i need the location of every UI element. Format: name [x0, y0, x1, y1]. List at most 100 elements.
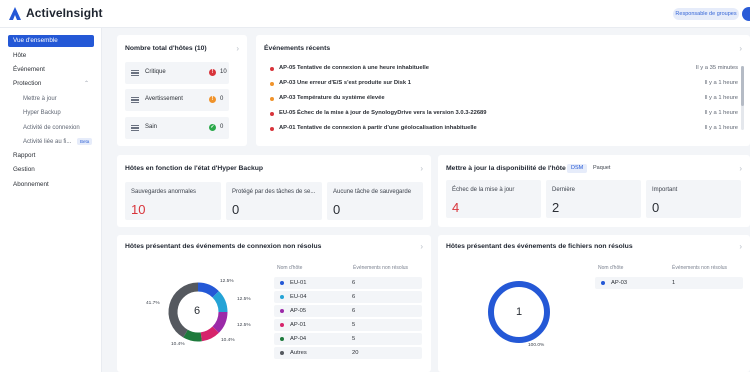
table-row[interactable]: Autres 20	[274, 347, 422, 359]
host-status-warning[interactable]: Avertissement ! 0	[125, 89, 229, 111]
update-important-box[interactable]: Important 0	[646, 180, 741, 218]
toggle-dsm[interactable]: DSM	[567, 164, 588, 173]
event-count: 5	[352, 336, 356, 342]
sidebar-item-host[interactable]: Hôte	[8, 50, 94, 62]
update-failed-box[interactable]: Échec de la mise à jour 4	[446, 180, 541, 218]
app-logo[interactable]: ActiveInsight	[9, 6, 103, 20]
events-scrollbar[interactable]	[741, 66, 744, 130]
recent-events-card: Événements récents › AP-05 Tentative de …	[256, 35, 750, 146]
event-severity-dot	[270, 67, 274, 71]
sidebar-item-file-activity[interactable]: Activité liée au fi... Beta	[8, 136, 94, 148]
donut-slice-ap-04[interactable]	[183, 329, 202, 342]
donut-slice-ap-05[interactable]	[212, 311, 228, 333]
event-text: AP-03 Température du système élevée	[279, 95, 385, 101]
event-row[interactable]: AP-01 Tentative de connexion à partir d'…	[266, 124, 738, 134]
host-name: AP-03	[611, 280, 628, 286]
donut-total: 6	[194, 305, 201, 317]
table-row[interactable]: AP-01 5	[274, 319, 422, 331]
chevron-right-icon[interactable]: ›	[236, 44, 239, 53]
role-badge[interactable]: Responsable de groupes	[673, 8, 739, 20]
status-label: Critique	[145, 69, 166, 75]
legend-dot	[601, 281, 605, 285]
sidebar-item-label: Protection	[13, 80, 42, 87]
event-text: EU-05 Échec de la mise à jour de Synolog…	[279, 110, 487, 116]
chevron-up-icon: ⌃	[83, 81, 89, 87]
event-text: AP-05 Tentative de connexion à une heure…	[279, 65, 429, 71]
box-value: 4	[452, 200, 460, 215]
host-status-critical[interactable]: Critique ! 10	[125, 62, 229, 84]
recent-events-title: Événements récents	[264, 45, 331, 52]
table-row[interactable]: AP-03 1	[595, 277, 743, 289]
event-time: Il y a 35 minutes	[695, 65, 738, 71]
event-count: 5	[352, 322, 356, 328]
pie-label: 12.5%	[237, 297, 251, 302]
event-severity-dot	[270, 97, 274, 101]
pie-label: 12.5%	[220, 279, 234, 284]
sidebar-item-protection[interactable]: Protection ⌃	[8, 78, 94, 90]
status-count: 10	[220, 69, 227, 75]
event-row[interactable]: EU-05 Échec de la mise à jour de Synolog…	[266, 109, 738, 119]
file-donut-chart	[488, 281, 550, 343]
event-time: Il y a 1 heure	[704, 125, 738, 131]
event-text: AP-03 Une erreur d'E/S s'est produite su…	[279, 80, 411, 86]
event-row[interactable]: AP-03 Température du système élevée Il y…	[266, 94, 738, 104]
sidebar-item-overview[interactable]: Vue d'ensemble	[8, 35, 94, 47]
sidebar-item-management[interactable]: Gestion	[8, 164, 94, 176]
table-row[interactable]: EU-01 6	[274, 277, 422, 289]
status-count: 0	[220, 124, 224, 130]
update-latest-box[interactable]: Dernière 2	[546, 180, 641, 218]
app-name: ActiveInsight	[26, 6, 103, 20]
hosts-card: Nombre total d'hôtes (10) › Critique ! 1…	[117, 35, 247, 146]
check-icon: ✓	[209, 124, 216, 131]
table-row[interactable]: EU-04 6	[274, 291, 422, 303]
sidebar-item-label: Activité liée au fi...	[23, 139, 72, 145]
event-row[interactable]: AP-05 Tentative de connexion à une heure…	[266, 64, 738, 74]
event-row[interactable]: AP-03 Une erreur d'E/S s'est produite su…	[266, 79, 738, 89]
table-row[interactable]: AP-05 6	[274, 305, 422, 317]
table-row[interactable]: AP-04 5	[274, 333, 422, 345]
event-time: Il y a 1 heure	[704, 110, 738, 116]
donut-slice-eu-04[interactable]	[212, 291, 228, 313]
legend-dot	[280, 295, 284, 299]
backup-protected-box[interactable]: Protégé par des tâches de se... 0	[226, 182, 322, 220]
column-header-events: Événements non résolus	[353, 265, 409, 271]
pie-label: 100.0%	[528, 343, 545, 348]
backup-none-box[interactable]: Aucune tâche de sauvegarde 0	[327, 182, 423, 220]
beta-badge: Beta	[77, 137, 93, 145]
sidebar-item-event[interactable]: Événement	[8, 64, 94, 76]
event-text: AP-01 Tentative de connexion à partir d'…	[279, 125, 477, 131]
chevron-right-icon[interactable]: ›	[420, 164, 423, 173]
chevron-right-icon[interactable]: ›	[739, 164, 742, 173]
server-icon	[131, 97, 139, 103]
event-count: 1	[672, 280, 676, 286]
logo-icon	[9, 6, 21, 20]
pie-label: 41.7%	[146, 301, 160, 306]
box-label: Dernière	[552, 187, 576, 193]
sidebar-item-login-activity[interactable]: Activité de connexion	[8, 122, 94, 134]
warning-icon: !	[209, 96, 216, 103]
legend-dot	[280, 323, 284, 327]
chevron-right-icon[interactable]: ›	[739, 44, 742, 53]
sidebar-item-update[interactable]: Mettre à jour	[8, 93, 94, 105]
scrollbar-thumb[interactable]	[741, 66, 744, 106]
file-events-card: Hôtes présentant des événements de fichi…	[438, 235, 750, 372]
host-status-healthy[interactable]: Sain ✓ 0	[125, 117, 229, 139]
backup-abnormal-box[interactable]: Sauvegardes anormales 10	[125, 182, 221, 220]
event-count: 6	[352, 308, 356, 314]
sidebar-item-hyper-backup[interactable]: Hyper Backup	[8, 107, 94, 119]
donut-slice-eu-01[interactable]	[197, 282, 219, 298]
box-value: 0	[232, 202, 240, 217]
toggle-package[interactable]: Paquet	[589, 164, 614, 173]
donut-slice-ap-01[interactable]	[200, 326, 219, 342]
event-severity-dot	[270, 112, 274, 116]
sidebar-item-subscription[interactable]: Abonnement	[8, 179, 94, 191]
top-bar: ActiveInsight Responsable de groupes	[0, 0, 750, 28]
avatar[interactable]	[742, 7, 750, 21]
box-value: 0	[652, 200, 660, 215]
sidebar-item-report[interactable]: Rapport	[8, 150, 94, 162]
server-icon	[131, 125, 139, 131]
box-value: 10	[131, 202, 146, 217]
event-time: Il y a 1 heure	[704, 80, 738, 86]
host-name: EU-01	[290, 280, 307, 286]
host-name: EU-04	[290, 294, 307, 300]
